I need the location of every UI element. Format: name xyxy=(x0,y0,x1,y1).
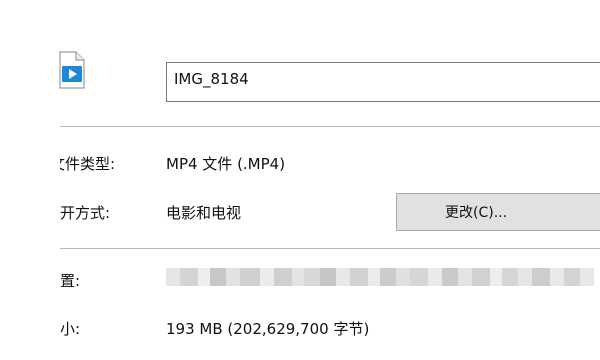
file-type-label: 文件类型: xyxy=(50,155,116,173)
opens-with-value: 电影和电视 xyxy=(166,204,242,222)
opens-with-label: 打开方式: xyxy=(45,204,111,222)
change-button[interactable]: 更改(C)... xyxy=(396,193,600,231)
file-type-value: MP4 文件 (.MP4) xyxy=(166,155,286,173)
location-label: 位置: xyxy=(45,272,81,290)
size-value: 193 MB (202,629,700 字节) xyxy=(166,320,370,338)
file-properties-dialog: IMG_8184 文件类型: MP4 文件 (.MP4) 打开方式: 电影和电视… xyxy=(0,0,600,360)
divider xyxy=(60,248,600,249)
video-file-icon xyxy=(59,51,85,89)
size-label: 大小: xyxy=(45,320,81,338)
location-value-redacted xyxy=(166,268,600,286)
divider xyxy=(60,126,600,127)
file-name-field[interactable]: IMG_8184 xyxy=(166,62,600,102)
